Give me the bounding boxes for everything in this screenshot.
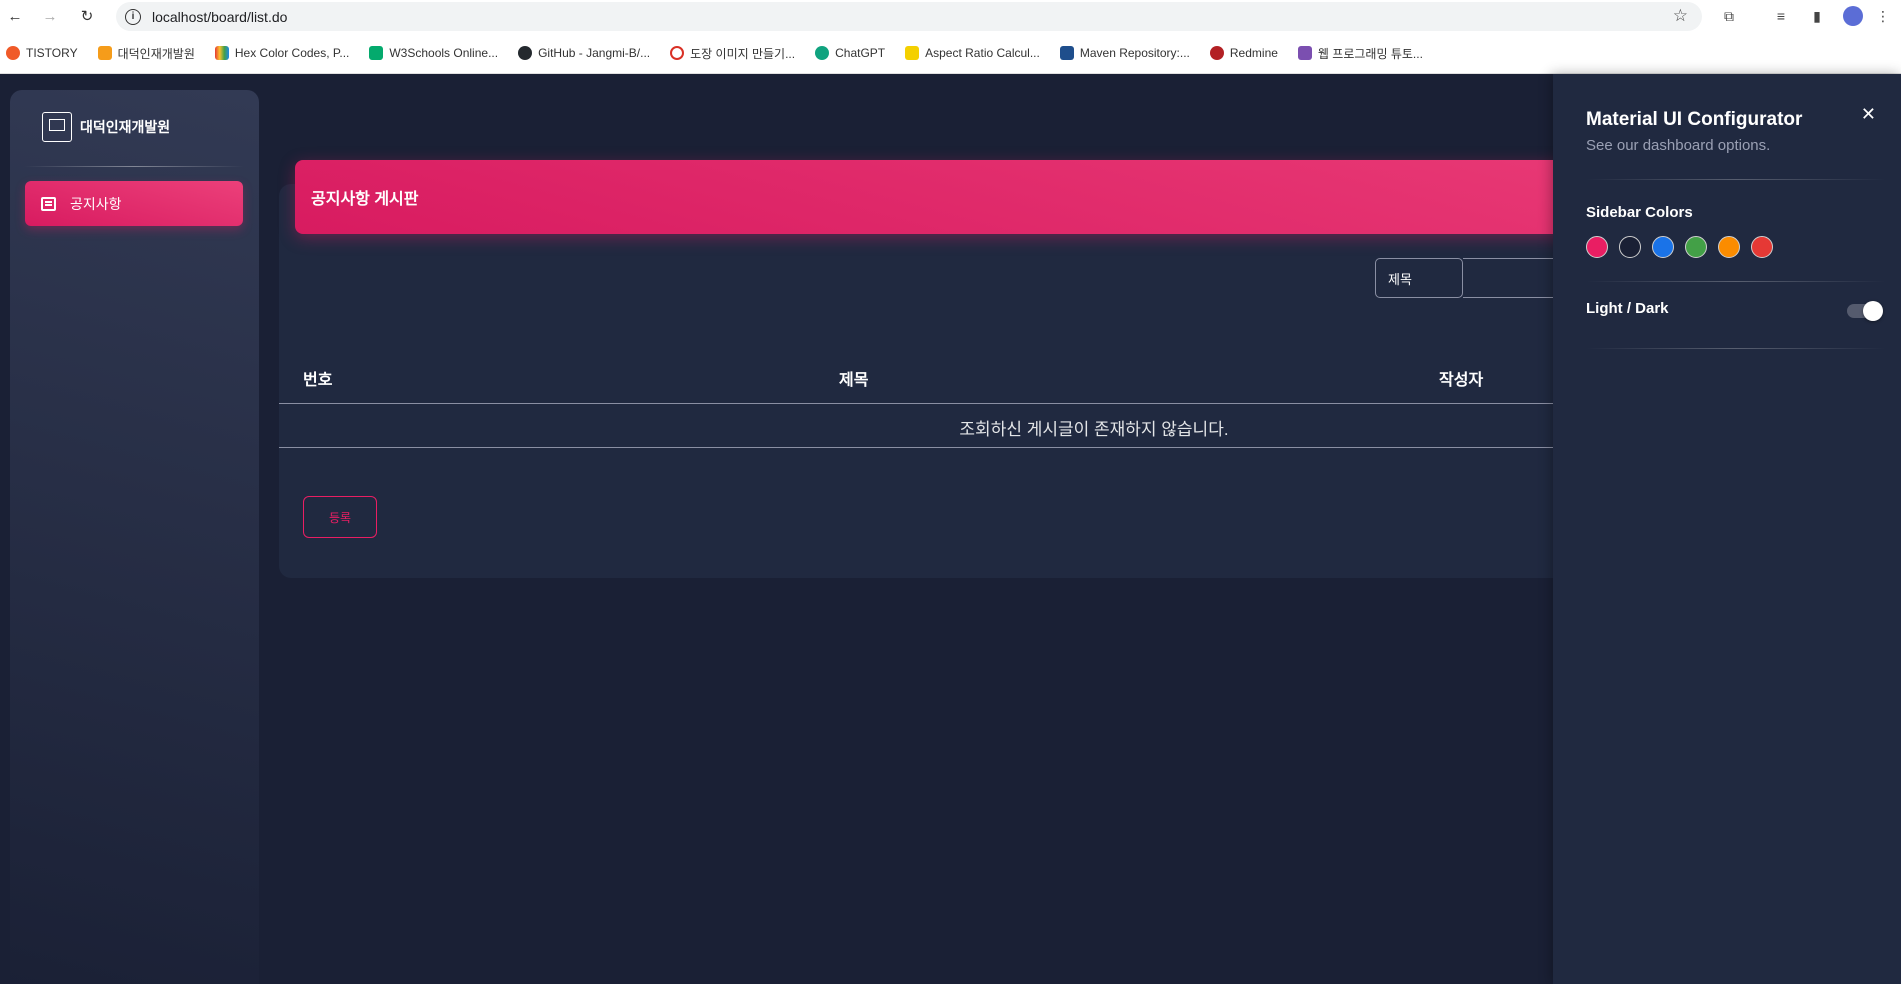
github-icon: [518, 46, 533, 60]
bookmark-item[interactable]: Redmine: [1209, 46, 1278, 60]
document-icon: [41, 196, 56, 211]
profile-avatar[interactable]: [1842, 5, 1864, 27]
bookmark-item[interactable]: Maven Repository:...: [1059, 46, 1190, 60]
back-icon[interactable]: ←: [4, 5, 26, 27]
code-icon: [1297, 46, 1312, 60]
site-icon: [97, 46, 112, 60]
configurator-divider: [1586, 281, 1886, 282]
light-dark-toggle[interactable]: [1847, 301, 1883, 321]
color-swatch-dark[interactable]: [1619, 236, 1641, 258]
register-button[interactable]: 등록: [303, 496, 377, 538]
maven-icon: [1059, 46, 1074, 60]
brand-logo-icon: [42, 112, 72, 142]
configurator-divider: [1586, 348, 1886, 349]
sidebar-item-label: 공지사항: [70, 195, 122, 212]
color-swatch-pink[interactable]: [1586, 236, 1608, 258]
media-control-icon[interactable]: ≡: [1770, 5, 1792, 27]
bookmark-item[interactable]: W3Schools Online...: [369, 46, 498, 60]
reload-icon[interactable]: ↻: [76, 5, 98, 27]
side-panel-icon[interactable]: ▮: [1806, 5, 1828, 27]
colorhexa-icon: [214, 46, 229, 60]
close-icon[interactable]: ✕: [1861, 104, 1876, 125]
address-bar[interactable]: i localhost/board/list.do ☆: [116, 2, 1702, 31]
color-swatch-red[interactable]: [1751, 236, 1773, 258]
bookmark-item[interactable]: ChatGPT: [815, 46, 885, 60]
bookmark-item[interactable]: 대덕인재개발원: [97, 45, 195, 62]
light-dark-label: Light / Dark: [1586, 300, 1669, 317]
aspect-ratio-icon: [905, 46, 920, 60]
bookmark-item[interactable]: Aspect Ratio Calcul...: [905, 46, 1040, 60]
board-title: 공지사항 게시판: [311, 191, 419, 208]
stamp-icon: [670, 46, 685, 60]
sidebar-colors-label: Sidebar Colors: [1586, 204, 1693, 221]
table-header-divider: [279, 403, 1609, 404]
bookmark-item[interactable]: TISTORY: [6, 46, 78, 60]
sidebar-item-notice[interactable]: 공지사항: [25, 181, 243, 226]
chatgpt-icon: [815, 46, 830, 60]
brand[interactable]: 대덕인재개발원: [42, 112, 170, 142]
sidebar-color-swatches: [1586, 236, 1784, 258]
color-swatch-orange[interactable]: [1718, 236, 1740, 258]
redmine-icon: [1209, 46, 1224, 60]
color-swatch-blue[interactable]: [1652, 236, 1674, 258]
column-header-number: 번호: [303, 372, 333, 389]
configurator-title: Material UI Configurator: [1586, 109, 1803, 130]
sidebar-divider: [24, 166, 244, 167]
site-info-icon[interactable]: i: [125, 8, 141, 25]
brand-name: 대덕인재개발원: [80, 119, 171, 135]
column-header-title: 제목: [839, 372, 869, 389]
tistory-icon: [6, 46, 20, 60]
configurator-subtitle: See our dashboard options.: [1586, 137, 1771, 154]
column-header-author: 작성자: [1439, 372, 1484, 389]
menu-icon[interactable]: ⋮: [1872, 5, 1894, 27]
url-text: localhost/board/list.do: [152, 8, 288, 25]
color-swatch-green[interactable]: [1685, 236, 1707, 258]
bookmark-item[interactable]: 도장 이미지 만들기...: [670, 45, 795, 62]
bookmark-item[interactable]: Hex Color Codes, P...: [214, 46, 349, 60]
w3schools-icon: [369, 46, 384, 60]
search-field-select[interactable]: 제목: [1375, 258, 1463, 298]
bookmark-star-icon[interactable]: ☆: [1673, 6, 1688, 26]
empty-message: 조회하신 게시글이 존재하지 않습니다.: [959, 420, 1229, 439]
toggle-knob: [1863, 301, 1883, 321]
configurator-divider: [1586, 179, 1886, 180]
bookmark-item[interactable]: GitHub - Jangmi-B/...: [518, 46, 650, 60]
forward-icon[interactable]: →: [39, 5, 61, 27]
table-row-divider: [279, 447, 1609, 448]
browser-toolbar: ← → ↻ i localhost/board/list.do ☆ ⧉ ≡ ▮ …: [0, 0, 1901, 33]
bookmarks-bar: TISTORY 대덕인재개발원 Hex Color Codes, P... W3…: [0, 33, 1901, 74]
sidebar: 대덕인재개발원 공지사항: [10, 90, 259, 984]
bookmark-item[interactable]: 웹 프로그래밍 튜토...: [1297, 45, 1423, 62]
configurator-panel: Material UI Configurator See our dashboa…: [1553, 74, 1901, 984]
extensions-icon[interactable]: ⧉: [1718, 5, 1740, 27]
